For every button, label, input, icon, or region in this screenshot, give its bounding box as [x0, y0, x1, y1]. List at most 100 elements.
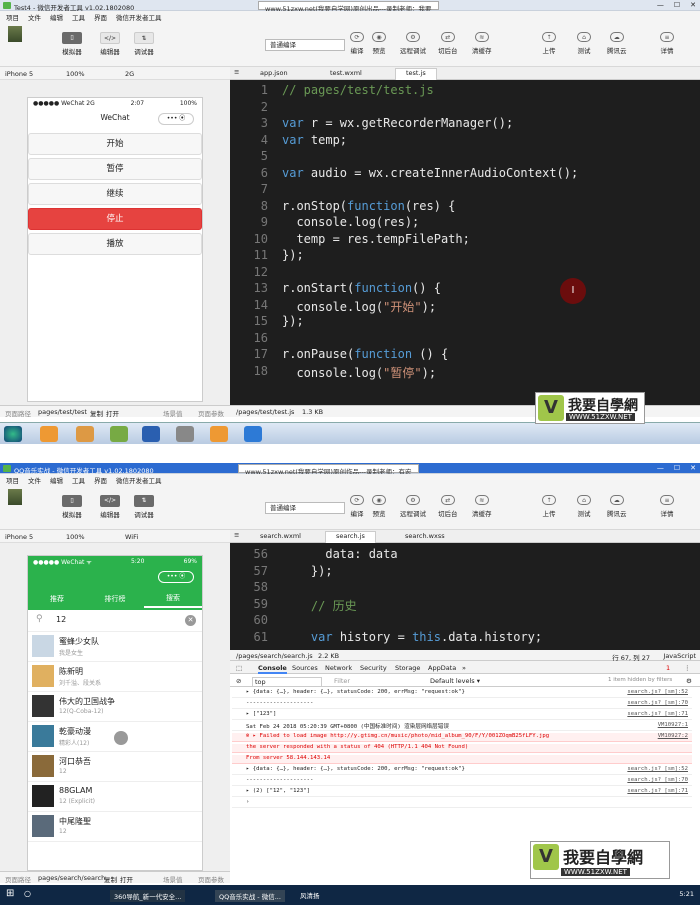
task-devtools[interactable]: QQ音乐实战 - 微信...	[215, 890, 285, 902]
debugger-button[interactable]: ⇅ 调试器	[134, 495, 154, 519]
minimize-icon[interactable]: —	[657, 464, 664, 472]
remote-debug-button[interactable]: ⚙ 远程调试	[400, 495, 426, 518]
menu-devtools[interactable]: 微信开发者工具	[116, 12, 162, 22]
close-icon[interactable]: ✕	[690, 464, 696, 472]
menu-tools[interactable]: 工具	[72, 475, 85, 485]
menu-view[interactable]: 界面	[94, 475, 107, 485]
console-source-link[interactable]: search.js? [sm]:52	[627, 766, 688, 772]
compile-button[interactable]: ⟳ 编译	[350, 495, 364, 518]
menu-tools[interactable]: 工具	[72, 12, 85, 22]
sublime-icon[interactable]	[76, 426, 94, 442]
wechat-devtools-icon[interactable]	[244, 426, 262, 442]
editor-button[interactable]: </> 编辑器	[100, 32, 120, 56]
avatar[interactable]	[8, 489, 22, 505]
menu-project[interactable]: 项目	[6, 12, 19, 22]
level-select[interactable]: Default levels ▾	[430, 677, 480, 685]
menu-file[interactable]: 文件	[28, 12, 41, 22]
clear-cache-button[interactable]: ≋ 清缓存	[472, 32, 492, 55]
maximize-icon[interactable]: ☐	[674, 1, 680, 9]
scene-label[interactable]: 场景值	[163, 408, 183, 418]
menu-project[interactable]: 项目	[6, 475, 19, 485]
zoom-select[interactable]: 100%	[66, 70, 85, 78]
console-source-link[interactable]: search.js? [sm]:71	[627, 788, 688, 794]
windows-icon[interactable]: ⊞	[6, 888, 14, 899]
debugger-button[interactable]: ⇅ 调试器	[134, 32, 154, 56]
tab-ranking[interactable]: 排行榜	[86, 594, 144, 604]
avatar[interactable]	[8, 26, 22, 42]
error-badge[interactable]: 1	[666, 664, 670, 672]
song-item[interactable]: 蜜蜂少女队 我是女生	[28, 632, 202, 662]
tab-search-js[interactable]: search.js	[325, 531, 376, 543]
clear-cache-button[interactable]: ≋ 清缓存	[472, 495, 492, 518]
close-icon[interactable]: ✕	[690, 1, 696, 9]
play-button[interactable]: 播放	[28, 233, 202, 255]
code-editor[interactable]: 1 // pages/test/test.js 2 3 var r = wx.getRe…	[230, 80, 700, 405]
tencent-cloud-button[interactable]: ☁ 腾讯云	[607, 495, 627, 518]
tab-search[interactable]: 搜索	[144, 590, 202, 608]
console-source-link[interactable]: VM10927:1	[658, 722, 688, 728]
code-editor[interactable]: 56 data: data 57 }); 58 59 // 历史 60 61 var hi…	[230, 543, 700, 650]
tab-security[interactable]: Security	[360, 664, 387, 672]
clear-console-icon[interactable]: ⊘	[236, 677, 241, 685]
song-item[interactable]: 中尾隆聖 12	[28, 812, 202, 842]
tab-recommend[interactable]: 推荐	[28, 594, 86, 604]
console-source-link[interactable]: VM10927:2	[658, 733, 688, 739]
device-select[interactable]: iPhone 5	[5, 533, 33, 541]
tab-console[interactable]: Console	[258, 664, 287, 674]
tab-search-wxml[interactable]: search.wxml	[260, 532, 301, 540]
upload-button[interactable]: ↑ 上传	[542, 32, 556, 55]
console-source-link[interactable]: search.js? [sm]:52	[627, 689, 688, 695]
test-button[interactable]: ⌂ 测试	[577, 495, 591, 518]
tab-sources[interactable]: Sources	[292, 664, 318, 672]
compile-button[interactable]: ⟳ 编译	[350, 32, 364, 55]
remote-debug-button[interactable]: ⚙ 远程调试	[400, 32, 426, 55]
inspect-icon[interactable]: ⬚	[236, 664, 242, 672]
chrome-icon-2[interactable]	[210, 426, 228, 442]
zoom-select[interactable]: 100%	[66, 533, 85, 541]
simulator-button[interactable]: ▯ 模拟器	[62, 32, 82, 56]
simulator-button[interactable]: ▯ 模拟器	[62, 495, 82, 519]
scene-label[interactable]: 场景值	[163, 874, 183, 884]
background-button[interactable]: ⇄ 切后台	[438, 32, 458, 55]
pause-button[interactable]: 暂停	[28, 158, 202, 180]
params-label[interactable]: 页面参数	[198, 874, 224, 884]
tab-app-json[interactable]: app.json	[260, 69, 288, 77]
word-icon[interactable]	[142, 426, 160, 442]
tab-network[interactable]: Network	[325, 664, 352, 672]
song-item[interactable]: 88GLAM 12 (Explicit)	[28, 782, 202, 812]
menu-file[interactable]: 文件	[28, 475, 41, 485]
network-select[interactable]: 2G	[125, 70, 134, 78]
preview-button[interactable]: ◉ 预览	[372, 495, 386, 518]
tab-more[interactable]: »	[462, 664, 466, 672]
tabs-menu-icon[interactable]: ≡	[234, 68, 239, 76]
task-user[interactable]: 风清扬	[300, 890, 320, 900]
menu-devtools[interactable]: 微信开发者工具	[116, 475, 162, 485]
menu-edit[interactable]: 编辑	[50, 475, 63, 485]
tab-appdata[interactable]: AppData	[428, 664, 456, 672]
compile-mode-select[interactable]: 普通编译	[265, 39, 345, 51]
tabs-menu-icon[interactable]: ≡	[234, 531, 239, 539]
start-button[interactable]: 开始	[28, 133, 202, 155]
search-input[interactable]: 12	[56, 615, 66, 624]
start-icon[interactable]	[4, 426, 22, 442]
search-icon[interactable]: ○	[24, 889, 31, 898]
copy-link[interactable]: 复制	[90, 408, 103, 418]
stop-button[interactable]: 停止	[28, 208, 202, 230]
tencent-cloud-button[interactable]: ☁ 腾讯云	[607, 32, 627, 55]
context-select[interactable]: top	[252, 677, 322, 687]
song-item[interactable]: 河口恭吾 12	[28, 752, 202, 782]
minimize-icon[interactable]: —	[657, 1, 664, 9]
test-button[interactable]: ⌂ 测试	[577, 32, 591, 55]
console-source-link[interactable]: search.js? [sm]:70	[627, 700, 688, 706]
maximize-icon[interactable]: ☐	[674, 464, 680, 472]
console-source-link[interactable]: search.js? [sm]:71	[627, 711, 688, 717]
preview-button[interactable]: ◉ 预览	[372, 32, 386, 55]
chrome-icon[interactable]	[40, 426, 58, 442]
details-button[interactable]: ≡ 详情	[660, 32, 674, 55]
compile-mode-select[interactable]: 普通编译	[265, 502, 345, 514]
network-select[interactable]: WiFi	[125, 533, 138, 541]
copy-link[interactable]: 复制	[104, 874, 117, 884]
details-button[interactable]: ≡ 详情	[660, 495, 674, 518]
resume-button[interactable]: 继续	[28, 183, 202, 205]
song-item[interactable]: 伟大的卫国战争 12(Q-Coba-12)	[28, 692, 202, 722]
